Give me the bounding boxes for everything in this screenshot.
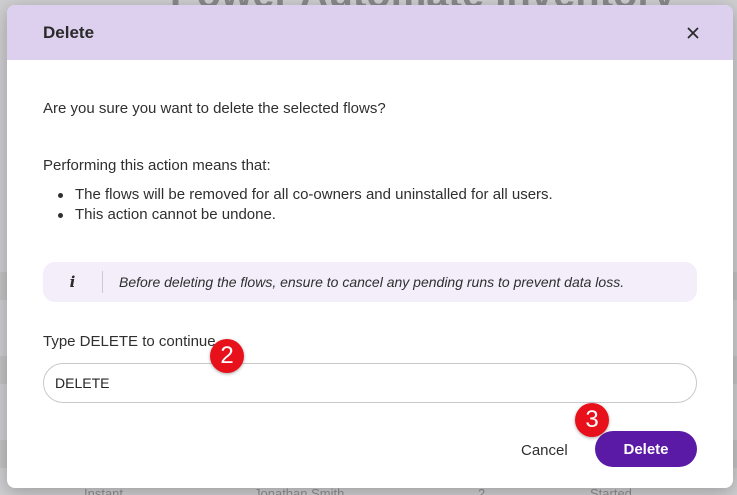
step-badge-2: 2 (210, 339, 244, 373)
delete-dialog: Delete Are you sure you want to delete t… (7, 5, 733, 488)
info-banner-text: Before deleting the flows, ensure to can… (119, 274, 625, 290)
delete-button[interactable]: Delete (595, 431, 697, 467)
consequence-intro: Performing this action means that: (43, 157, 271, 174)
close-button[interactable] (681, 21, 705, 45)
info-icon: i (43, 271, 103, 293)
info-banner: i Before deleting the flows, ensure to c… (43, 262, 697, 302)
close-icon (687, 27, 699, 38)
dialog-title: Delete (43, 22, 95, 42)
confirm-field-label: Type DELETE to continue (43, 333, 216, 350)
dialog-header: Delete (7, 5, 733, 60)
delete-confirm-input[interactable] (43, 363, 697, 403)
list-item: This action cannot be undone. (43, 205, 553, 225)
consequence-list: The flows will be removed for all co-own… (43, 185, 553, 225)
list-item: The flows will be removed for all co-own… (43, 185, 553, 205)
confirmation-question: Are you sure you want to delete the sele… (43, 100, 386, 117)
step-badge-3: 3 (575, 403, 609, 437)
cancel-button[interactable]: Cancel (507, 433, 582, 467)
